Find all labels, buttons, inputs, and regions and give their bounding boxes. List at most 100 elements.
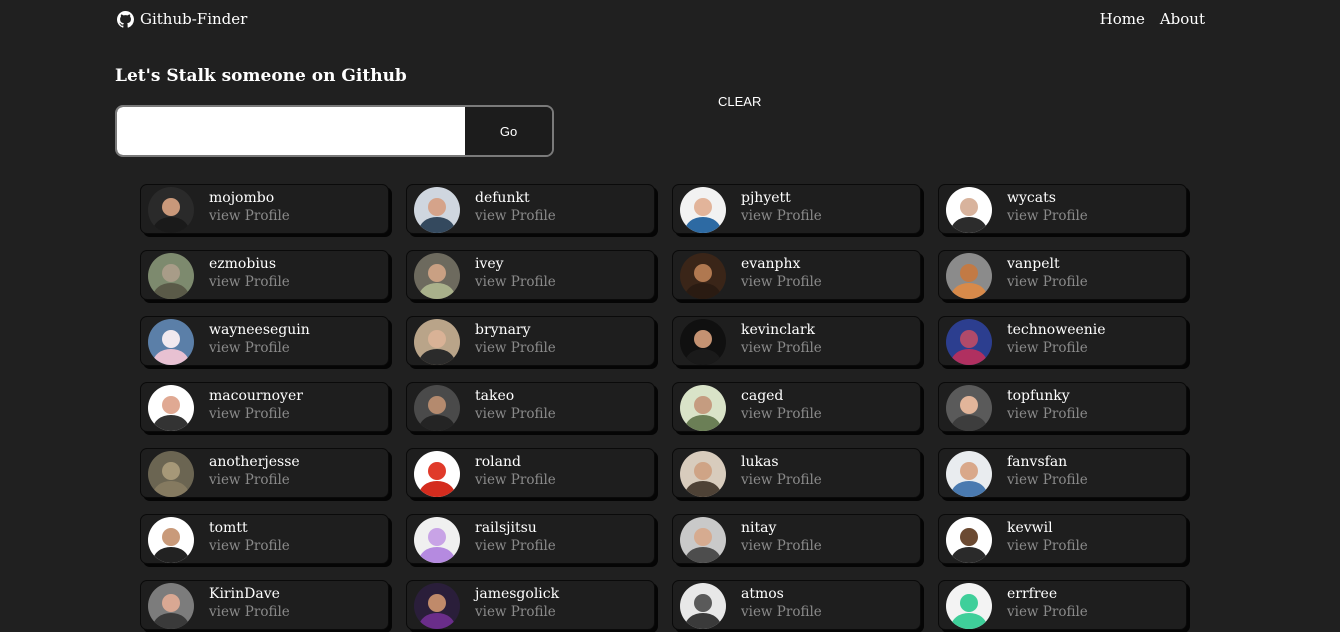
avatar-face [693, 198, 713, 217]
avatar [414, 319, 460, 365]
avatar [148, 319, 194, 365]
user-login: technoweenie [1007, 322, 1106, 338]
user-card[interactable]: railsjitsu view Profile [406, 514, 655, 564]
avatar [414, 385, 460, 431]
user-card[interactable]: wayneeseguin view Profile [140, 316, 389, 366]
avatar [680, 253, 726, 299]
view-profile-link[interactable]: view Profile [741, 472, 822, 488]
user-login: topfunky [1007, 388, 1070, 404]
user-card[interactable]: fanvsfan view Profile [938, 448, 1187, 498]
user-card[interactable]: anotherjesse view Profile [140, 448, 389, 498]
user-login: kevwil [1007, 520, 1053, 536]
view-profile-link[interactable]: view Profile [741, 274, 822, 290]
search-input[interactable] [117, 107, 465, 155]
user-login: caged [741, 388, 784, 404]
avatar-body [419, 415, 455, 431]
user-card[interactable]: ivey view Profile [406, 250, 655, 300]
view-profile-link[interactable]: view Profile [209, 538, 290, 554]
view-profile-link[interactable]: view Profile [741, 340, 822, 356]
view-profile-link[interactable]: view Profile [1007, 340, 1088, 356]
view-profile-link[interactable]: view Profile [1007, 208, 1088, 224]
user-login: wayneeseguin [209, 322, 310, 338]
user-card[interactable]: ezmobius view Profile [140, 250, 389, 300]
view-profile-link[interactable]: view Profile [1007, 472, 1088, 488]
navbar: Github-Finder Home About [0, 0, 1340, 40]
avatar-body [419, 547, 455, 563]
avatar [680, 187, 726, 233]
user-card[interactable]: defunkt view Profile [406, 184, 655, 234]
view-profile-link[interactable]: view Profile [209, 208, 290, 224]
avatar-body [419, 217, 455, 233]
view-profile-link[interactable]: view Profile [1007, 538, 1088, 554]
view-profile-link[interactable]: view Profile [475, 340, 556, 356]
avatar-body [951, 415, 987, 431]
view-profile-link[interactable]: view Profile [741, 538, 822, 554]
avatar-face [161, 396, 181, 415]
user-card[interactable]: caged view Profile [672, 382, 921, 432]
user-card[interactable]: technoweenie view Profile [938, 316, 1187, 366]
avatar-body [951, 613, 987, 629]
user-login: fanvsfan [1007, 454, 1068, 470]
avatar-body [685, 415, 721, 431]
user-card[interactable]: tomtt view Profile [140, 514, 389, 564]
avatar-face [959, 528, 979, 547]
user-card[interactable]: kevwil view Profile [938, 514, 1187, 564]
view-profile-link[interactable]: view Profile [1007, 274, 1088, 290]
view-profile-link[interactable]: view Profile [741, 604, 822, 620]
nav-home-link[interactable]: Home [1100, 10, 1145, 28]
user-card[interactable]: KirinDave view Profile [140, 580, 389, 630]
avatar [946, 319, 992, 365]
user-card[interactable]: kevinclark view Profile [672, 316, 921, 366]
user-card[interactable]: nitay view Profile [672, 514, 921, 564]
avatar-face [161, 198, 181, 217]
view-profile-link[interactable]: view Profile [209, 340, 290, 356]
avatar-face [959, 198, 979, 217]
view-profile-link[interactable]: view Profile [741, 208, 822, 224]
avatar [680, 583, 726, 629]
user-login: atmos [741, 586, 784, 602]
user-card[interactable]: vanpelt view Profile [938, 250, 1187, 300]
user-card[interactable]: pjhyett view Profile [672, 184, 921, 234]
view-profile-link[interactable]: view Profile [475, 208, 556, 224]
avatar-face [161, 330, 181, 349]
avatar-face [161, 462, 181, 481]
view-profile-link[interactable]: view Profile [475, 538, 556, 554]
go-button[interactable]: Go [465, 107, 552, 155]
user-card[interactable]: brynary view Profile [406, 316, 655, 366]
user-login: lukas [741, 454, 779, 470]
user-card[interactable]: mojombo view Profile [140, 184, 389, 234]
avatar-body [685, 349, 721, 365]
view-profile-link[interactable]: view Profile [475, 472, 556, 488]
user-card[interactable]: topfunky view Profile [938, 382, 1187, 432]
avatar-body [685, 613, 721, 629]
view-profile-link[interactable]: view Profile [209, 274, 290, 290]
view-profile-link[interactable]: view Profile [1007, 406, 1088, 422]
user-card[interactable]: wycats view Profile [938, 184, 1187, 234]
brand-link[interactable]: Github-Finder [117, 10, 247, 28]
view-profile-link[interactable]: view Profile [475, 604, 556, 620]
clear-button[interactable]: CLEAR [718, 94, 761, 109]
view-profile-link[interactable]: view Profile [209, 406, 290, 422]
user-card[interactable]: jamesgolick view Profile [406, 580, 655, 630]
view-profile-link[interactable]: view Profile [1007, 604, 1088, 620]
view-profile-link[interactable]: view Profile [475, 274, 556, 290]
user-card[interactable]: macournoyer view Profile [140, 382, 389, 432]
nav-about-link[interactable]: About [1160, 10, 1205, 28]
view-profile-link[interactable]: view Profile [209, 604, 290, 620]
view-profile-link[interactable]: view Profile [741, 406, 822, 422]
avatar-face [427, 198, 447, 217]
user-card[interactable]: errfree view Profile [938, 580, 1187, 630]
avatar-face [427, 396, 447, 415]
user-card[interactable]: lukas view Profile [672, 448, 921, 498]
user-card[interactable]: takeo view Profile [406, 382, 655, 432]
avatar-body [153, 613, 189, 629]
view-profile-link[interactable]: view Profile [209, 472, 290, 488]
avatar-face [693, 396, 713, 415]
user-card[interactable]: evanphx view Profile [672, 250, 921, 300]
user-card[interactable]: atmos view Profile [672, 580, 921, 630]
avatar-face [427, 462, 447, 481]
user-login: pjhyett [741, 190, 791, 206]
user-card[interactable]: roland view Profile [406, 448, 655, 498]
view-profile-link[interactable]: view Profile [475, 406, 556, 422]
avatar-body [153, 415, 189, 431]
